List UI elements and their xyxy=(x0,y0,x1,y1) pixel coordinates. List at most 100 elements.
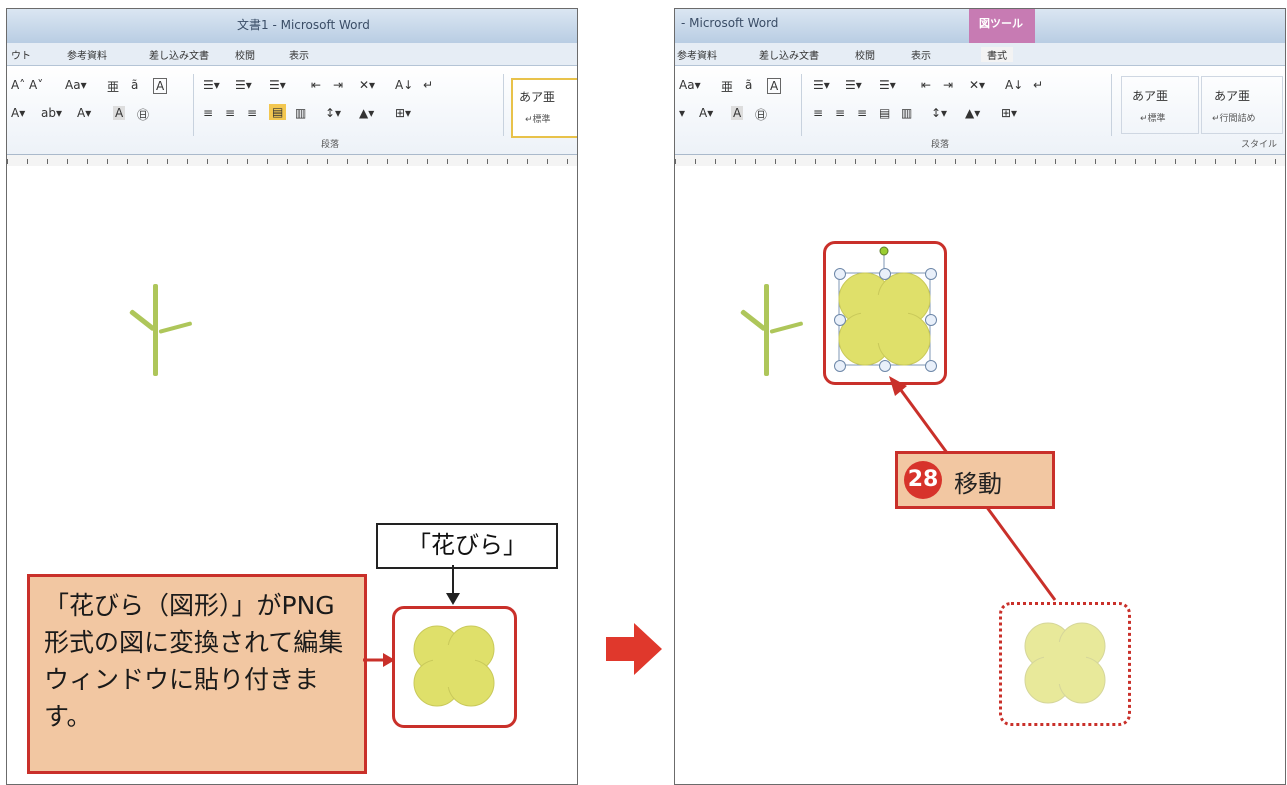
tab-format[interactable]: 書式 xyxy=(981,47,1013,62)
increase-indent-button[interactable]: ⇥ xyxy=(943,78,953,92)
font-color-button[interactable]: A▾ xyxy=(699,106,713,120)
resize-handle-se[interactable] xyxy=(925,360,937,372)
flower-petal-image[interactable] xyxy=(395,609,514,725)
stem-branch-right xyxy=(158,321,193,334)
line-spacing-button[interactable]: ↕▾ xyxy=(931,106,947,120)
resize-handle-e[interactable] xyxy=(925,314,937,326)
tab-layout[interactable]: ウト xyxy=(11,47,31,62)
ghost-flower-petal-icon xyxy=(1024,622,1106,704)
enclose-char-button[interactable]: ㊐ xyxy=(755,106,767,123)
sort-button[interactable]: A↓ xyxy=(1005,78,1023,92)
align-center-button[interactable]: ≡ xyxy=(835,106,845,120)
align-left-button[interactable]: ≡ xyxy=(813,106,823,120)
ruby-button[interactable]: ã xyxy=(745,78,752,92)
char-border-button[interactable]: A xyxy=(153,78,168,94)
borders-button[interactable]: ⊞▾ xyxy=(395,106,411,120)
text-effect-button[interactable]: A▾ xyxy=(11,106,25,120)
tab-references[interactable]: 参考資料 xyxy=(677,47,717,62)
numbering-button[interactable]: ☰▾ xyxy=(235,78,252,92)
bullets-button[interactable]: ☰▾ xyxy=(813,78,830,92)
distributed-button[interactable]: ▥ xyxy=(901,106,912,120)
ribbon: Aa▾ 亜 ã A ☰▾ ☰▾ ☰▾ ⇤ ⇥ ✕▾ A↓ ↵ ▾ A▾ A ㊐ … xyxy=(675,66,1285,155)
tab-references[interactable]: 参考資料 xyxy=(67,47,107,62)
align-right-button[interactable]: ≡ xyxy=(247,106,257,120)
phonetic-guide-button[interactable]: 亜 xyxy=(721,78,733,95)
stem-branch-left xyxy=(128,309,156,332)
stem-branch-right xyxy=(769,321,804,334)
ribbon-tabs: ウト 参考資料 差し込み文書 校閲 表示 xyxy=(7,43,577,66)
ribbon: A˄ A˅ Aa▾ 亜 ã A ☰▾ ☰▾ ☰▾ ⇤ ⇥ ✕▾ A↓ ↵ A▾ … xyxy=(7,66,577,155)
enclose-char-button[interactable]: ㊐ xyxy=(137,106,149,123)
show-marks-button[interactable]: ↵ xyxy=(423,78,433,92)
stem-branch-left xyxy=(739,309,767,332)
petal-frame xyxy=(392,606,517,728)
asian-layout-button[interactable]: ✕▾ xyxy=(969,78,985,92)
stem-shape[interactable] xyxy=(764,284,769,376)
tab-view[interactable]: 表示 xyxy=(911,47,931,62)
ribbon-separator xyxy=(1111,74,1112,136)
shading-button[interactable]: ▲▾ xyxy=(965,106,980,120)
justify-button[interactable]: ▤ xyxy=(269,104,287,120)
sort-button[interactable]: A↓ xyxy=(395,78,413,92)
multilevel-list-button[interactable]: ☰▾ xyxy=(879,78,896,92)
justify-button[interactable]: ▤ xyxy=(879,106,890,120)
increase-indent-button[interactable]: ⇥ xyxy=(333,78,343,92)
style-no-spacing-swatch[interactable]: あア亜 ↵行間詰め xyxy=(1201,76,1283,134)
asian-layout-button[interactable]: ✕▾ xyxy=(359,78,375,92)
multilevel-list-button[interactable]: ☰▾ xyxy=(269,78,286,92)
highlight-button[interactable]: ab▾ xyxy=(41,106,62,120)
paragraph-group-label: 段落 xyxy=(321,140,340,150)
change-case-button[interactable]: Aa▾ xyxy=(65,78,87,92)
char-shading-button[interactable]: A xyxy=(731,106,744,120)
left-word-window: 文書1 - Microsoft Word ウト 参考資料 差し込み文書 校閲 表… xyxy=(6,8,578,785)
picture-tools-context-tab[interactable]: 図ツール xyxy=(969,9,1035,43)
resize-handle-n[interactable] xyxy=(879,268,891,280)
decrease-indent-button[interactable]: ⇤ xyxy=(921,78,931,92)
title-bar: - Microsoft Word 図ツール xyxy=(675,9,1285,43)
tab-mailings[interactable]: 差し込み文書 xyxy=(149,47,209,62)
selected-flower-petal-image[interactable] xyxy=(825,242,941,378)
tab-view[interactable]: 表示 xyxy=(289,47,309,62)
resize-handle-w[interactable] xyxy=(834,314,846,326)
original-position-frame xyxy=(999,602,1131,726)
tab-review[interactable]: 校閲 xyxy=(235,47,255,62)
style-name: ↵標準 xyxy=(525,115,551,125)
align-left-button[interactable]: ≡ xyxy=(203,106,213,120)
phonetic-guide-button[interactable]: 亜 xyxy=(107,78,119,95)
resize-handle-ne[interactable] xyxy=(925,268,937,280)
borders-button[interactable]: ⊞▾ xyxy=(1001,106,1017,120)
char-shading-button[interactable]: A xyxy=(113,106,126,120)
resize-handle-s[interactable] xyxy=(879,360,891,372)
down-arrow-icon xyxy=(446,565,460,605)
step-badge: 28 移動 xyxy=(895,451,1055,509)
tab-mailings[interactable]: 差し込み文書 xyxy=(759,47,819,62)
text-effect-button[interactable]: ▾ xyxy=(679,106,685,120)
grow-shrink-font-button[interactable]: A˄ A˅ xyxy=(11,78,43,92)
shading-button[interactable]: ▲▾ xyxy=(359,106,374,120)
show-marks-button[interactable]: ↵ xyxy=(1033,78,1043,92)
ruby-button[interactable]: ã xyxy=(131,78,138,92)
ribbon-separator xyxy=(801,74,802,136)
style-normal-swatch[interactable]: あア亜 ↵標準 xyxy=(511,78,577,138)
decrease-indent-button[interactable]: ⇤ xyxy=(311,78,321,92)
bullets-button[interactable]: ☰▾ xyxy=(203,78,220,92)
change-case-button[interactable]: Aa▾ xyxy=(679,78,701,92)
resize-handle-sw[interactable] xyxy=(834,360,846,372)
document-area[interactable]: 「花びら」 「花びら（図形）」がPNG 形式の図に変換されて編集ウィンドウに貼り… xyxy=(7,166,577,784)
align-center-button[interactable]: ≡ xyxy=(225,106,235,120)
numbering-button[interactable]: ☰▾ xyxy=(845,78,862,92)
style-name: ↵行間詰め xyxy=(1212,114,1256,124)
right-arrow-icon xyxy=(606,623,662,675)
line-spacing-button[interactable]: ↕▾ xyxy=(325,106,341,120)
resize-handle-nw[interactable] xyxy=(834,268,846,280)
callout-arrow-icon xyxy=(363,653,395,667)
stem-shape[interactable] xyxy=(153,284,158,376)
tab-review[interactable]: 校閲 xyxy=(855,47,875,62)
document-area[interactable]: 28 移動 xyxy=(675,166,1285,784)
ribbon-tabs: 参考資料 差し込み文書 校閲 表示 書式 xyxy=(675,43,1285,66)
font-color-button[interactable]: A▾ xyxy=(77,106,91,120)
char-border-button[interactable]: A xyxy=(767,78,782,94)
align-right-button[interactable]: ≡ xyxy=(857,106,867,120)
distributed-button[interactable]: ▥ xyxy=(295,106,306,120)
style-normal-swatch[interactable]: あア亜 ↵標準 xyxy=(1121,76,1199,134)
